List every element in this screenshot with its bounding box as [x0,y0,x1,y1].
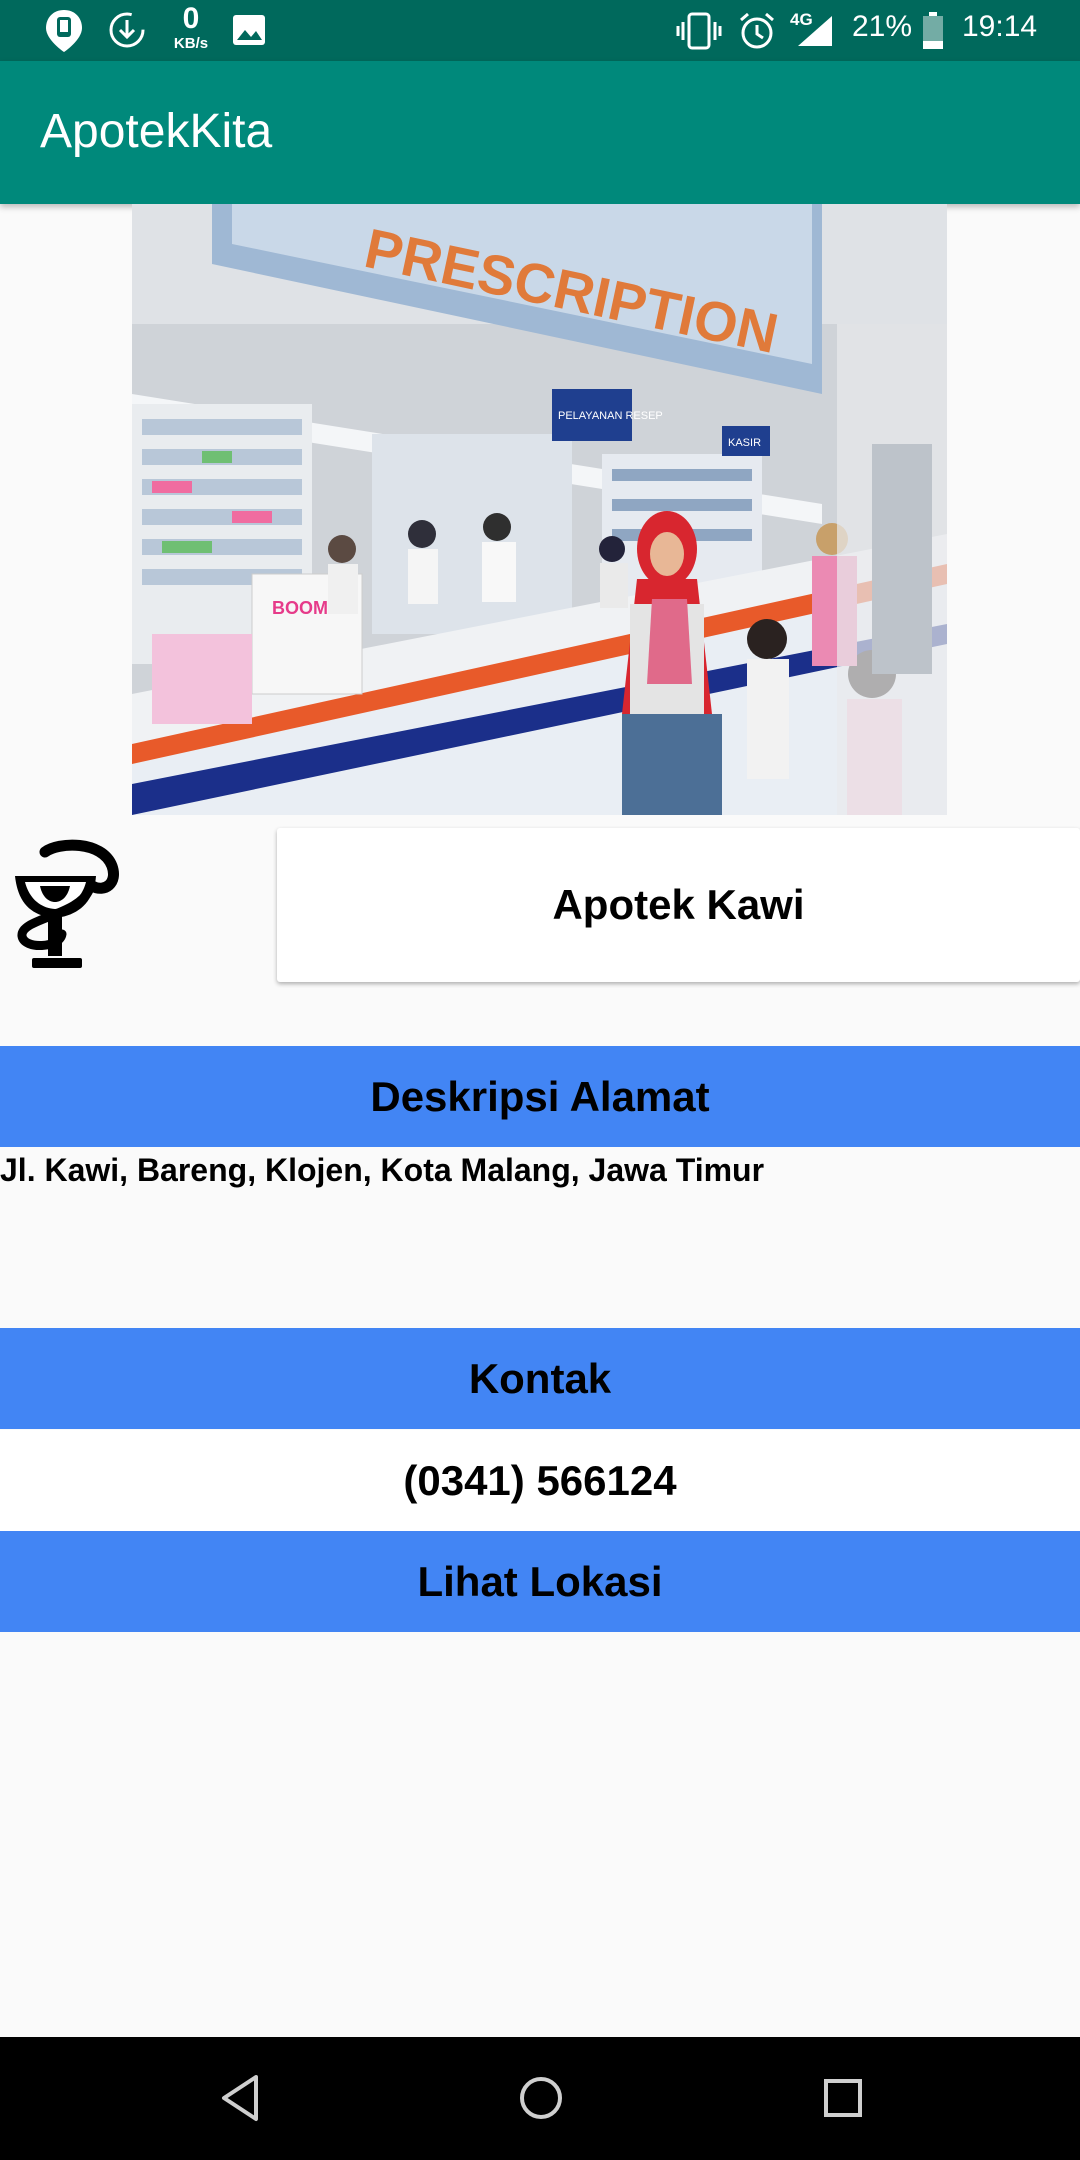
photo-sign-service: PELAYANAN RESEP [558,410,663,422]
contact-header-label: Kontak [468,1354,612,1402]
address-header-label: Deskripsi Alamat [370,1072,710,1120]
network-speed: 0 KB/s [163,2,219,52]
battery-percent: 21% [852,10,913,43]
address-text: Jl. Kawi, Bareng, Klojen, Kota Malang, J… [0,1152,765,1188]
recents-icon[interactable] [818,2073,868,2123]
view-location-button[interactable]: Lihat Lokasi [0,1531,1080,1632]
clock: 19:14 [962,10,1038,43]
battery-icon [923,12,943,49]
photo-box-text: BOOM [272,598,328,618]
app-bar: ApotekKita [0,61,1080,204]
app-title: ApotekKita [40,105,273,158]
network-speed-value: 0 [182,2,200,35]
status-bar: 0 KB/s 4G 21% 19:14 [0,0,1080,61]
photo-sign-cashier: KASIR [728,437,761,449]
contact-phone[interactable]: (0341) 566124 [0,1430,1080,1531]
vibrate-icon [676,12,722,50]
pharmacy-name: Apotek Kawi [552,881,805,928]
pharmacy-photo: PRESCRIPTION PELAYANAN RESEP KASIR BOOM [132,204,947,815]
location-icon [46,10,82,52]
back-icon[interactable] [218,2073,262,2123]
contact-header: Kontak [0,1328,1080,1429]
system-navigation-bar [0,2037,1080,2160]
pharmacy-bowl-of-hygieia-icon [15,839,119,968]
download-icon [109,12,145,48]
network-speed-unit: KB/s [173,35,209,52]
signal-icon [798,16,832,46]
pharmacy-name-card: Apotek Kawi [277,828,1080,982]
home-icon[interactable] [516,2073,566,2123]
contact-phone-label: (0341) 566124 [403,1456,677,1504]
view-location-label: Lihat Lokasi [417,1557,663,1605]
alarm-icon [740,12,774,49]
image-icon [233,15,265,45]
address-header: Deskripsi Alamat [0,1046,1080,1147]
